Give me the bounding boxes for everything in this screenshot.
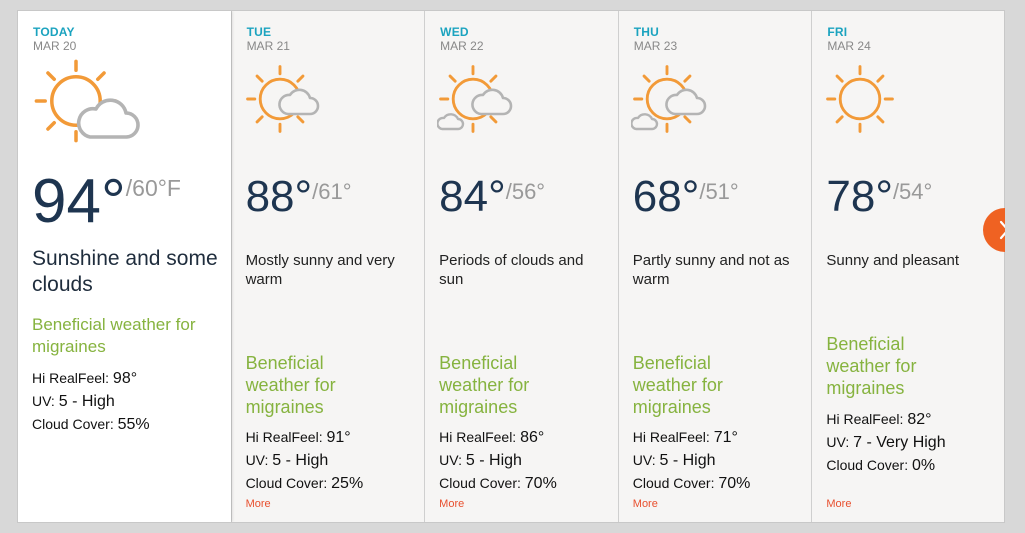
day-label: TUE (246, 25, 272, 39)
health-note: Beneficial weather for migraines (632, 353, 723, 417)
forecast-card-wed[interactable]: WED MAR 22 84°/56° Periods of clouds and… (424, 11, 618, 522)
health-note: Beneficial weather for migraines (32, 315, 196, 356)
cloud-cover-row: Cloud Cover: 70% (439, 475, 557, 492)
health-note: Beneficial weather for migraines (439, 353, 530, 417)
date-label: MAR 24 (827, 39, 871, 53)
day-label: THU (633, 25, 660, 39)
date-label: MAR 23 (633, 39, 678, 53)
sun-with-clouds-icon (437, 65, 513, 133)
realfeel-value: 98° (112, 370, 138, 387)
weather-phrase: Sunny and pleasant (826, 252, 959, 269)
realfeel-row: Hi RealFeel: 91° (245, 429, 351, 446)
realfeel-row: Hi RealFeel: 71° (632, 429, 738, 446)
date-label: MAR 22 (440, 39, 484, 53)
weather-phrase: Partly sunny and not as warm (632, 252, 790, 288)
weather-stats: Hi RealFeel: 82° UV: 7 - Very High Cloud… (826, 408, 945, 477)
forecast-card-thu[interactable]: THU MAR 23 68°/51° Partly sunny and not … (617, 11, 812, 522)
day-label: FRI (827, 25, 848, 39)
uv-value: 5 - High (272, 452, 329, 469)
page-margin (1005, 0, 1025, 533)
weather-stats: Hi RealFeel: 98° UV: 5 - High Cloud Cove… (32, 367, 150, 436)
health-note: Beneficial weather for migraines (826, 334, 917, 398)
uv-value: 5 - High (659, 452, 716, 469)
realfeel-value: 91° (326, 429, 351, 446)
weather-stats: Hi RealFeel: 71° UV: 5 - High Cloud Cove… (633, 426, 751, 495)
forecast-card-today[interactable]: TODAY MAR 20 94°/60°F Sunshine and some … (18, 11, 231, 522)
cloud-cover-value: 70% (718, 475, 751, 492)
forecast-card-tue[interactable]: TUE MAR 21 88°/61° Mostly sunny and very… (230, 11, 425, 522)
low-temp: /51° (699, 179, 739, 204)
cloud-cover-row: Cloud Cover: 70% (632, 475, 751, 492)
high-temp: 88° (245, 172, 313, 221)
low-temp: /54° (892, 179, 933, 204)
sun-with-cloud-icon (34, 59, 140, 143)
uv-value: 5 - High (58, 393, 115, 410)
uv-row: UV: 5 - High (245, 452, 329, 469)
high-temp: 68° (632, 172, 700, 221)
cloud-cover-value: 70% (524, 475, 557, 492)
more-link[interactable]: More (439, 498, 464, 510)
date-label: MAR 21 (246, 39, 290, 53)
more-link[interactable]: More (826, 498, 851, 510)
temperature: 88°/61° (246, 175, 352, 219)
weather-phrase: Sunshine and some clouds (32, 247, 218, 296)
uv-row: UV: 5 - High (632, 452, 716, 469)
realfeel-value: 82° (907, 411, 932, 428)
more-link[interactable]: More (246, 498, 271, 510)
realfeel-row: Hi RealFeel: 82° (826, 411, 932, 428)
forecast-card-fri[interactable]: FRI MAR 24 78°/54° Sunny and pleasant Be… (811, 11, 1004, 522)
high-temp: 84° (439, 172, 506, 221)
high-temp: 94° (32, 167, 126, 236)
sun-with-clouds-icon (630, 65, 706, 133)
uv-row: UV: 5 - High (32, 393, 115, 410)
weather-phrase: Mostly sunny and very warm (245, 252, 395, 288)
realfeel-value: 71° (713, 429, 738, 446)
day-label: TODAY (33, 25, 75, 39)
uv-value: 5 - High (465, 452, 522, 469)
low-temp: /56° (505, 179, 546, 204)
temperature: 94°/60°F (32, 171, 181, 233)
uv-row: UV: 5 - High (439, 452, 522, 469)
temperature: 84°/56° (439, 175, 545, 219)
day-label: WED (440, 25, 469, 39)
forecast-strip: TODAY MAR 20 94°/60°F Sunshine and some … (17, 10, 1005, 523)
more-link[interactable]: More (633, 498, 658, 510)
temperature: 78°/54° (826, 175, 932, 219)
sun-with-cloud-icon (245, 65, 319, 133)
temperature: 68°/51° (633, 175, 739, 219)
weather-stats: Hi RealFeel: 91° UV: 5 - High Cloud Cove… (246, 426, 364, 495)
realfeel-row: Hi RealFeel: 86° (439, 429, 545, 446)
uv-row: UV: 7 - Very High (826, 434, 946, 451)
date-label: MAR 20 (33, 39, 77, 53)
realfeel-value: 86° (520, 429, 545, 446)
cloud-cover-value: 55% (117, 416, 150, 433)
cloud-cover-row: Cloud Cover: 0% (826, 457, 936, 474)
low-temp: /61° (312, 179, 352, 204)
weather-phrase: Periods of clouds and sun (439, 252, 584, 288)
low-temp: /60°F (125, 175, 181, 201)
cloud-cover-row: Cloud Cover: 55% (32, 416, 150, 433)
health-note: Beneficial weather for migraines (245, 353, 336, 417)
cloud-cover-row: Cloud Cover: 25% (245, 475, 364, 492)
sun-icon (826, 65, 895, 133)
realfeel-row: Hi RealFeel: 98° (32, 370, 138, 387)
weather-stats: Hi RealFeel: 86° UV: 5 - High Cloud Cove… (439, 426, 557, 495)
uv-value: 7 - Very High (853, 434, 946, 451)
cloud-cover-value: 0% (911, 457, 936, 474)
high-temp: 78° (826, 172, 893, 221)
cloud-cover-value: 25% (331, 475, 364, 492)
